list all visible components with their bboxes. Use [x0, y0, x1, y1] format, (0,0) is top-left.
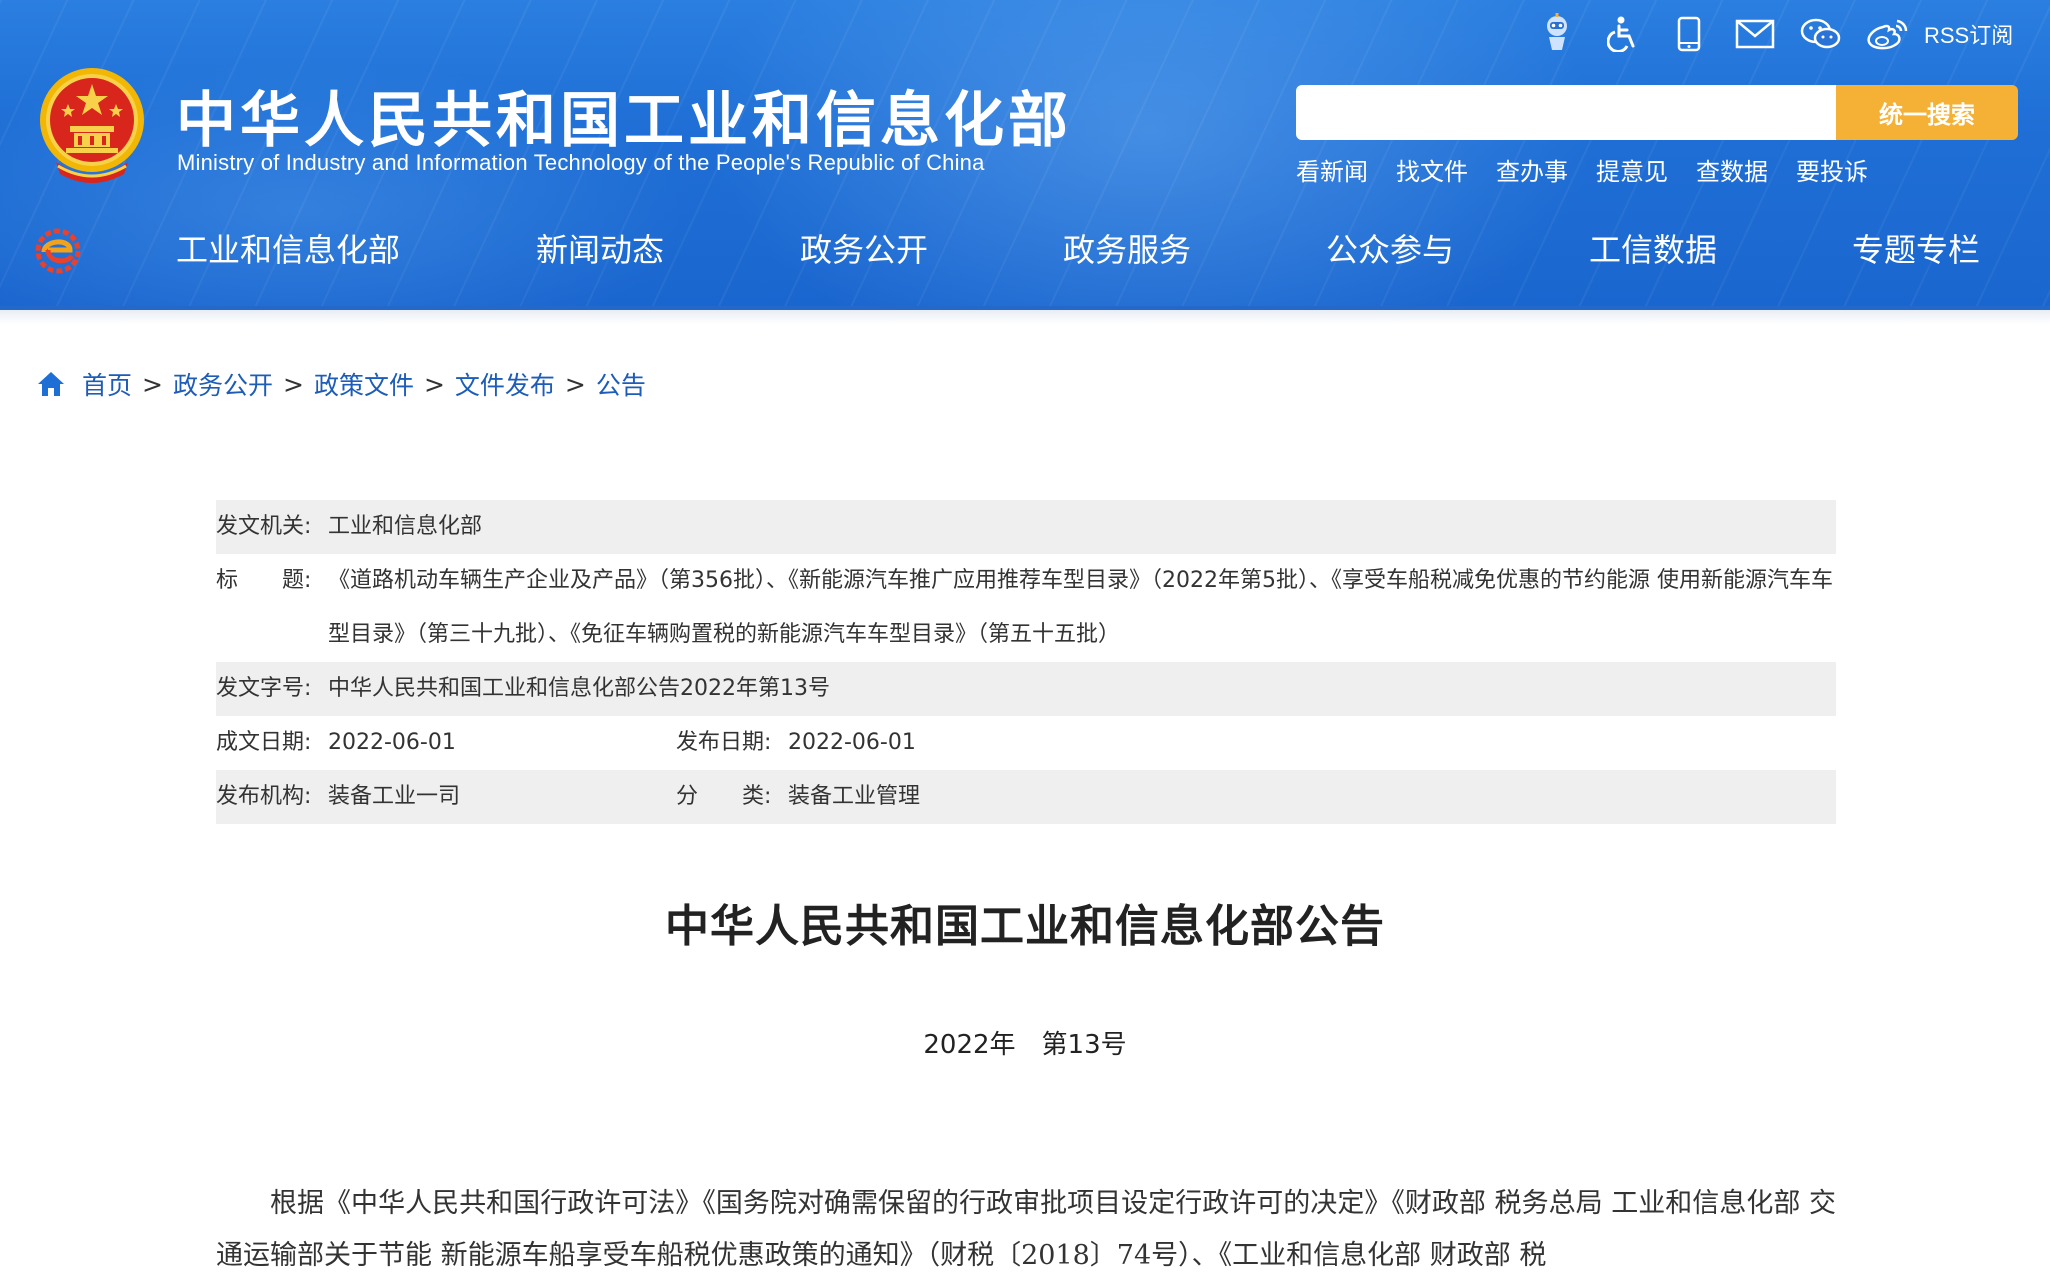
- info-row-issuer: 发文机关: 工业和信息化部: [216, 500, 1836, 554]
- nav-item-gov-services[interactable]: 政务服务: [1063, 225, 1191, 271]
- title-label: 标 题:: [216, 568, 312, 593]
- search-button[interactable]: 统一搜索: [1836, 85, 2018, 140]
- breadcrumb-separator: >: [423, 369, 445, 399]
- site-subtitle: Ministry of Industry and Information Tec…: [177, 150, 985, 175]
- quick-link-files[interactable]: 找文件: [1396, 152, 1468, 187]
- title-value: 《道路机动车辆生产企业及产品》（第356批）、《新能源汽车推广应用推荐车型目录》…: [328, 568, 1833, 647]
- mail-icon[interactable]: [1722, 10, 1788, 58]
- breadcrumb: 首页 > 政务公开 > 政策文件 > 文件发布 > 公告: [36, 366, 646, 402]
- breadcrumb-gov-affairs[interactable]: 政务公开: [173, 366, 273, 402]
- miit-logo-icon: [35, 228, 81, 274]
- breadcrumb-separator: >: [142, 369, 163, 399]
- nav-item-miit[interactable]: 工业和信息化部: [176, 225, 400, 271]
- info-row-dates: 成文日期: 2022-06-01 发布日期: 2022-06-01: [216, 716, 1836, 770]
- nav-item-public-participation[interactable]: 公众参与: [1326, 225, 1454, 271]
- breadcrumb-home[interactable]: 首页: [82, 366, 132, 402]
- main-nav: 工业和信息化部 新闻动态 政务公开 政务服务 公众参与 工信数据 专题专栏: [130, 225, 2030, 281]
- quick-link-complaint[interactable]: 要投诉: [1796, 152, 1868, 187]
- article-title: 中华人民共和国工业和信息化部公告: [665, 901, 1385, 952]
- rss-link[interactable]: RSS订阅: [1924, 18, 2013, 50]
- org-cell: 发布机构: 装备工业一司: [216, 770, 676, 824]
- nav-item-data[interactable]: 工信数据: [1589, 225, 1717, 271]
- document-info-table: 发文机关: 工业和信息化部 标 题: 《道路机动车辆生产企业及产品》（第356批…: [216, 500, 1836, 824]
- publish-date-label: 发布日期:: [676, 730, 772, 755]
- site-title: 中华人民共和国工业和信息化部: [176, 86, 1072, 156]
- breadcrumb-announcement[interactable]: 公告: [596, 366, 646, 402]
- quick-links: 看新闻 找文件 查办事 提意见 查数据 要投诉: [1296, 152, 1868, 187]
- nav-item-news[interactable]: 新闻动态: [536, 225, 664, 271]
- org-label: 发布机构:: [216, 784, 312, 809]
- accessibility-icon[interactable]: [1590, 10, 1656, 58]
- article-year: 2022年: [923, 1030, 1016, 1060]
- article-number-value: 第13号: [1041, 1030, 1127, 1060]
- category-label: 分 类:: [676, 784, 772, 809]
- national-emblem-icon: [40, 68, 144, 183]
- info-row-org-category: 发布机构: 装备工业一司 分 类: 装备工业管理: [216, 770, 1836, 824]
- robot-assistant-icon[interactable]: [1524, 10, 1590, 58]
- quick-link-services[interactable]: 查办事: [1496, 152, 1568, 187]
- doc-number-label: 发文字号:: [216, 676, 312, 701]
- mobile-icon[interactable]: [1656, 10, 1722, 58]
- utility-icons: RSS订阅: [1524, 10, 2013, 58]
- written-date-cell: 成文日期: 2022-06-01: [216, 716, 676, 770]
- issuer-value: 工业和信息化部: [328, 514, 483, 539]
- breadcrumb-doc-release[interactable]: 文件发布: [455, 366, 555, 402]
- quick-link-feedback[interactable]: 提意见: [1596, 152, 1668, 187]
- wechat-icon[interactable]: [1788, 10, 1854, 58]
- header-shadow: [0, 310, 2050, 324]
- quick-link-news[interactable]: 看新闻: [1296, 152, 1368, 187]
- breadcrumb-separator: >: [564, 369, 586, 399]
- search-input[interactable]: [1296, 85, 1836, 140]
- site-header: 中华人民共和国工业和信息化部 Ministry of Industry and …: [0, 0, 2050, 310]
- publish-date-value: 2022-06-01: [788, 730, 916, 755]
- article-body: 根据《中华人民共和国行政许可法》《国务院对确需保留的行政审批项目设定行政许可的决…: [216, 1188, 1836, 1271]
- article-number: 2022年 第13号: [0, 1024, 2050, 1061]
- category-value: 装备工业管理: [788, 784, 921, 809]
- publish-date-cell: 发布日期: 2022-06-01: [676, 716, 1136, 770]
- breadcrumb-policy-docs[interactable]: 政策文件: [314, 366, 414, 402]
- org-value: 装备工业一司: [328, 784, 461, 809]
- nav-item-special-topics[interactable]: 专题专栏: [1852, 225, 1980, 271]
- nav-item-gov-affairs[interactable]: 政务公开: [800, 225, 928, 271]
- issuer-label: 发文机关:: [216, 514, 312, 539]
- doc-number-value: 中华人民共和国工业和信息化部公告2022年第13号: [328, 676, 830, 701]
- category-cell: 分 类: 装备工业管理: [676, 770, 1136, 824]
- written-date-value: 2022-06-01: [328, 730, 456, 755]
- breadcrumb-separator: >: [282, 369, 304, 399]
- info-row-title: 标 题: 《道路机动车辆生产企业及产品》（第356批）、《新能源汽车推广应用推荐…: [216, 554, 1836, 662]
- weibo-icon[interactable]: [1854, 10, 1920, 58]
- quick-link-data[interactable]: 查数据: [1696, 152, 1768, 187]
- info-row-doc-number: 发文字号: 中华人民共和国工业和信息化部公告2022年第13号: [216, 662, 1836, 716]
- home-icon[interactable]: [36, 370, 66, 398]
- written-date-label: 成文日期:: [216, 730, 312, 755]
